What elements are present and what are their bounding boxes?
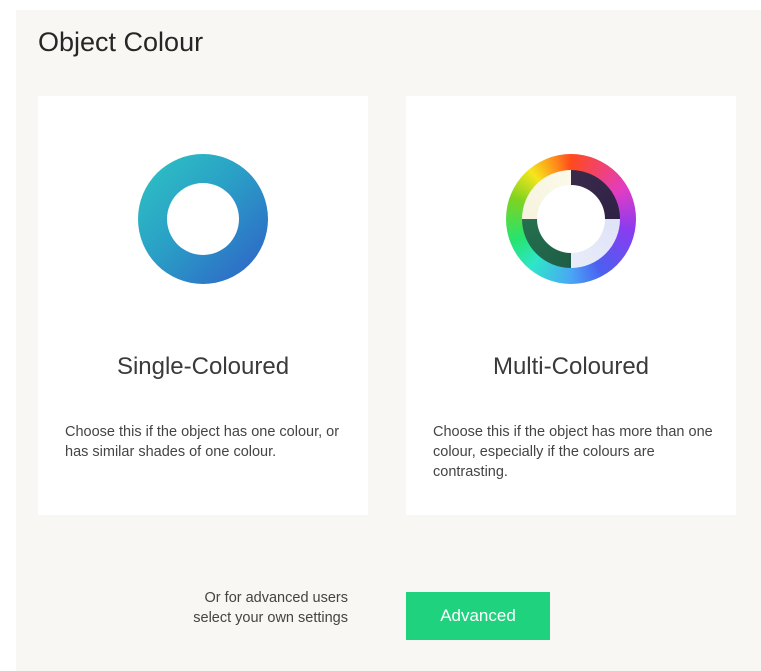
advanced-prompt-line-2: select your own settings: [193, 610, 348, 626]
single-colour-ring-icon: [138, 154, 268, 284]
single-coloured-option-card[interactable]: Single-Coloured Choose this if the objec…: [38, 96, 368, 515]
multi-coloured-title: Multi-Coloured: [492, 353, 650, 380]
advanced-prompt-line-1: Or for advanced users: [204, 590, 348, 606]
multi-coloured-option-card[interactable]: Multi-Coloured Choose this if the object…: [406, 96, 736, 515]
advanced-prompt: Or for advanced users select your own se…: [130, 588, 348, 628]
multi-colour-wheel-icon: [506, 154, 636, 284]
single-coloured-description: Choose this if the object has one colour…: [65, 424, 340, 460]
page-title: Object Colour: [38, 27, 204, 57]
single-coloured-title: Single-Coloured: [116, 353, 290, 380]
multi-coloured-description: Choose this if the object has more than …: [433, 424, 713, 480]
advanced-button[interactable]: Advanced: [406, 592, 550, 640]
object-colour-panel: Object Colour Single-Coloured Choose thi…: [16, 10, 761, 671]
